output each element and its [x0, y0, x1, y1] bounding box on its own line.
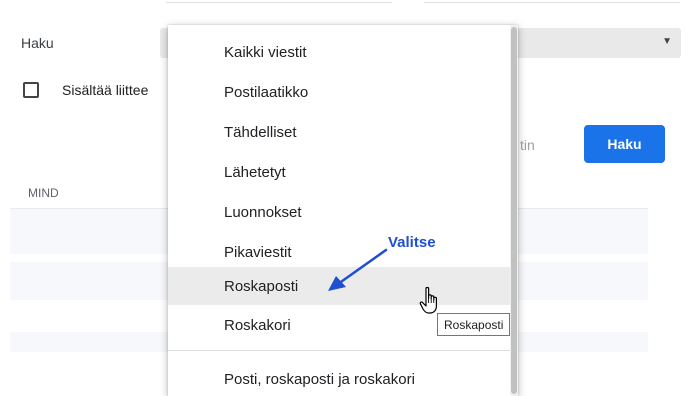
search-submit-button[interactable]: Haku — [584, 125, 665, 163]
annotation-label: Valitse — [388, 234, 436, 251]
menu-item-mail-spam-trash[interactable]: Posti, roskaposti ja roskakori — [168, 361, 510, 396]
menu-item-sent[interactable]: Lähetetyt — [168, 154, 510, 190]
search-in-dropdown-menu: Kaikki viestit Postilaatikko Tähdelliset… — [168, 25, 518, 396]
hand-cursor-icon — [419, 286, 437, 314]
has-attachment-label: Sisältää liittee — [62, 82, 149, 98]
create-filter-button[interactable]: tin — [520, 137, 535, 153]
list-item-sender: MIND — [28, 186, 59, 200]
search-in-label: Haku — [21, 35, 54, 51]
field-underline — [424, 2, 680, 3]
tooltip: Roskaposti — [437, 313, 511, 336]
menu-divider — [168, 350, 510, 351]
has-attachment-checkbox[interactable] — [23, 82, 39, 98]
menu-item-starred[interactable]: Tähdelliset — [168, 114, 510, 150]
caret-down-icon: ▼ — [662, 36, 672, 47]
menu-item-drafts[interactable]: Luonnokset — [168, 194, 510, 230]
menu-scrollbar-thumb[interactable] — [511, 27, 517, 394]
menu-scrollbar[interactable] — [510, 25, 518, 396]
field-underline — [166, 2, 392, 3]
menu-item-all-mail[interactable]: Kaikki viestit — [168, 34, 510, 70]
annotation-arrow-icon — [328, 248, 388, 291]
menu-item-inbox[interactable]: Postilaatikko — [168, 74, 510, 110]
